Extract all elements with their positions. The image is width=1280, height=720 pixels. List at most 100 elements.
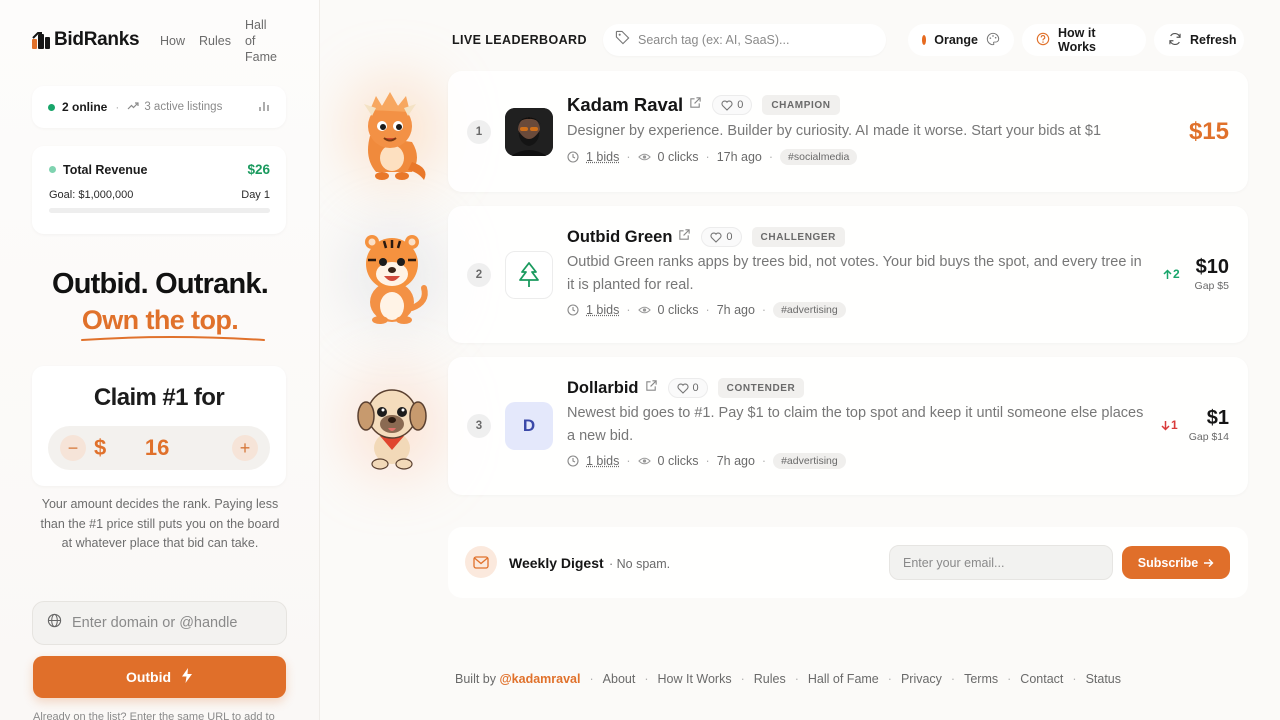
claim-card: Claim #1 for − $ 16 + [32, 366, 286, 486]
trend-icon [127, 101, 139, 114]
like-button[interactable]: 0 [701, 227, 742, 247]
time-ago: 7h ago [716, 303, 755, 317]
leaderboard-row-2[interactable]: 2 Outbid Green 0 CHALLENGER Outbid Green… [448, 206, 1248, 343]
increment-button[interactable]: + [232, 435, 258, 461]
status-badge: CHAMPION [762, 95, 840, 115]
like-button[interactable]: 0 [667, 378, 708, 398]
like-count: 0 [737, 99, 744, 111]
bid-price: $1 [1206, 407, 1229, 429]
row-content: Dollarbid 0 CONTENDER Newest bid goes to… [567, 378, 1147, 469]
tag-search-input[interactable] [638, 33, 868, 47]
nav-how[interactable]: How [160, 33, 185, 65]
like-count: 0 [692, 382, 699, 394]
tiger-mascot-image [350, 228, 434, 328]
tag-chip[interactable]: #socialmedia [780, 148, 858, 165]
bid-count[interactable]: 1 bids [586, 150, 619, 164]
bid-amount[interactable]: 16 [106, 435, 208, 461]
theme-swatch [922, 35, 927, 45]
tag-icon [615, 30, 630, 50]
row-content: Kadam Raval 0 CHAMPION Designer by exper… [567, 94, 1167, 165]
eye-icon [637, 153, 651, 160]
subscribe-button[interactable]: Subscribe [1122, 546, 1230, 579]
email-field [889, 545, 1113, 580]
nav-hall-of-fame[interactable]: Hall of Fame [245, 17, 277, 65]
email-input[interactable] [903, 555, 1103, 570]
arrow-up-icon [1163, 268, 1172, 279]
outbid-button[interactable]: Outbid [33, 656, 286, 698]
nav-rules[interactable]: Rules [199, 33, 231, 65]
footer-link-status[interactable]: Status [1086, 672, 1121, 686]
avatar [505, 108, 553, 156]
rank-delta: 1 [1161, 418, 1178, 432]
globe-icon [47, 613, 62, 633]
brand-name: BidRanks [54, 29, 140, 50]
price-block: $10 Gap $5 [1195, 256, 1229, 292]
footer-link-how-it-works[interactable]: How It Works [658, 672, 732, 686]
listings-text: 3 active listings [144, 101, 223, 113]
online-card: 2 online · 3 active listings [32, 86, 286, 128]
digest-title: Weekly Digest [509, 555, 604, 571]
click-count: 0 clicks [657, 149, 699, 164]
price-gap: Gap $5 [1194, 280, 1229, 292]
external-link-icon[interactable] [645, 379, 658, 397]
bid-price: $10 [1195, 256, 1229, 278]
footer-link-contact[interactable]: Contact [1020, 672, 1063, 686]
already-listed-hint: Already on the list? Enter the same URL … [33, 711, 275, 720]
eye-icon [637, 457, 651, 465]
clock-icon [567, 304, 579, 316]
rank-badge: 2 [467, 263, 491, 287]
how-it-works-button[interactable]: How it Works [1022, 24, 1146, 56]
palette-icon [986, 32, 1000, 49]
bar-chart-icon[interactable] [258, 100, 270, 115]
status-badge: CHALLENGER [751, 227, 845, 247]
footer-link-terms[interactable]: Terms [964, 672, 998, 686]
bid-count[interactable]: 1 bids [586, 303, 619, 317]
weekly-digest: Weekly Digest · No spam. Subscribe [448, 527, 1248, 598]
tag-chip[interactable]: #advertising [773, 302, 846, 318]
external-link-icon[interactable] [678, 228, 691, 246]
rank-badge: 1 [467, 120, 491, 144]
bolt-icon [181, 668, 193, 686]
avatar [505, 251, 553, 299]
like-button[interactable]: 0 [712, 95, 753, 115]
brand-icon [32, 31, 51, 49]
footer-link-rules[interactable]: Rules [754, 672, 786, 686]
leaderboard-row-3[interactable]: 3 D Dollarbid 0 CONTENDER Newest bid goe… [448, 357, 1248, 495]
app-name[interactable]: Outbid Green [567, 228, 672, 247]
rank-explanation: Your amount decides the rank. Paying les… [40, 497, 280, 550]
tree-icon [519, 262, 539, 287]
app-description: Newest bid goes to #1. Pay $1 to claim t… [567, 405, 1144, 444]
domain-input[interactable] [72, 615, 272, 631]
leaderboard-row-1[interactable]: 1 Kadam Raval 0 CHAMPION Designer by exp… [448, 71, 1248, 192]
price-block: $15 [1189, 118, 1229, 146]
price-gap: Gap $14 [1188, 431, 1229, 443]
decrement-button[interactable]: − [60, 435, 86, 461]
footer: Built by @kadamraval · About · How It Wo… [455, 672, 1121, 686]
time-ago: 17h ago [716, 149, 762, 164]
how-it-works-label: How it Works [1058, 26, 1096, 54]
separator: · [115, 100, 120, 114]
brand-logo-link[interactable]: BidRanks [32, 29, 140, 51]
hero: Outbid. Outrank. Own the top. [0, 268, 320, 341]
theme-picker[interactable]: Orange [908, 24, 1014, 56]
rank-delta-value: 1 [1171, 418, 1178, 432]
footer-link-about[interactable]: About [603, 672, 636, 686]
domain-field [32, 601, 287, 645]
avatar: D [505, 402, 553, 450]
bid-count[interactable]: 1 bids [586, 454, 619, 468]
subscribe-label: Subscribe [1137, 555, 1199, 570]
app-name[interactable]: Kadam Raval [567, 94, 683, 116]
tag-chip[interactable]: #advertising [773, 453, 846, 469]
footer-link-privacy[interactable]: Privacy [901, 672, 942, 686]
like-count: 0 [726, 231, 733, 243]
external-link-icon[interactable] [689, 96, 702, 114]
author-link[interactable]: @kadamraval [499, 672, 580, 686]
footer-link-hall-of-fame[interactable]: Hall of Fame [808, 672, 879, 686]
refresh-button[interactable]: Refresh [1154, 24, 1244, 56]
refresh-icon [1168, 32, 1182, 49]
rank-badge: 3 [467, 414, 491, 438]
app-name[interactable]: Dollarbid [567, 379, 639, 398]
click-count: 0 clicks [657, 454, 699, 468]
hero-subheadline-text: Own the top. [81, 305, 239, 335]
avatar-letter: D [522, 416, 536, 435]
